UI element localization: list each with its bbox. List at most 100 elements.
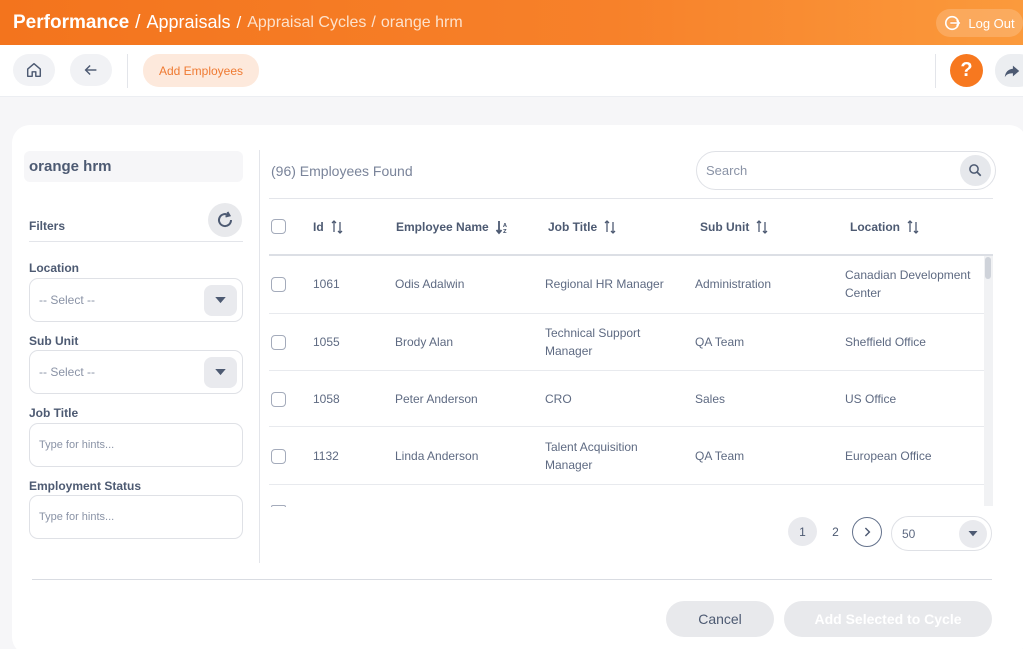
caret-down-icon <box>215 297 226 304</box>
cell-location: European Office <box>845 449 932 463</box>
logout-icon <box>945 15 961 31</box>
breadcrumb-cycle-name: orange hrm <box>380 13 463 31</box>
column-header-employee-name[interactable]: Employee Name A Z <box>396 219 509 235</box>
column-header-location[interactable]: Location <box>850 219 920 235</box>
row-checkbox[interactable] <box>271 449 286 464</box>
home-icon <box>26 62 42 78</box>
breadcrumb-separator: / <box>135 11 141 33</box>
filters-divider <box>29 241 243 242</box>
refresh-icon <box>218 211 233 228</box>
row-checkbox[interactable] <box>271 392 286 407</box>
cell-id: 1061 <box>313 277 340 291</box>
sub-unit-select-value: -- Select -- <box>39 365 96 379</box>
location-select-value: -- Select -- <box>39 293 96 307</box>
search-icon <box>969 164 982 177</box>
breadcrumb-appraisals: Appraisals <box>146 12 231 32</box>
location-select[interactable]: -- Select -- <box>29 278 243 322</box>
cell-location: Canadian Development <box>845 268 971 282</box>
employment-status-input[interactable]: Type for hints... <box>29 495 243 539</box>
search-button[interactable] <box>960 155 991 186</box>
panel-divider <box>259 150 260 563</box>
cell-id: 1132 <box>313 449 339 463</box>
cell-job-title: Manager <box>545 344 593 358</box>
employees-found-count: (96) Employees Found <box>271 163 413 179</box>
column-header-label: Id <box>313 220 324 234</box>
cell-employee-name: Brody Alan <box>395 335 454 349</box>
page-button-1[interactable]: 1 <box>788 517 817 546</box>
location-label: Location <box>29 261 79 275</box>
column-header-label: Sub Unit <box>700 220 750 234</box>
row-checkbox[interactable] <box>271 277 286 292</box>
cycle-name: orange hrm <box>24 151 243 182</box>
table-header-border <box>269 254 993 256</box>
cell-sub-unit: Administration <box>695 277 772 291</box>
add-selected-to-cycle-button[interactable]: Add Selected to Cycle <box>784 601 992 637</box>
filters-label: Filters <box>29 219 66 233</box>
per-page-dropdown-toggle[interactable] <box>959 520 987 548</box>
caret-down-icon <box>215 369 226 376</box>
job-title-input[interactable]: Type for hints... <box>29 423 243 467</box>
cell-location: US Office <box>845 392 897 406</box>
table-top-border <box>269 198 993 199</box>
footer-divider <box>32 579 992 580</box>
search-placeholder: Search <box>706 163 748 178</box>
sub-unit-select[interactable]: -- Select -- <box>29 350 243 394</box>
breadcrumb-performance: Performance <box>13 11 130 33</box>
cancel-button[interactable]: Cancel <box>666 601 774 637</box>
table-scrollbar-thumb[interactable] <box>985 257 991 279</box>
cell-location: Center <box>845 286 882 300</box>
search-input[interactable]: Search <box>696 151 996 190</box>
top-header: Performance / Appraisals / Appraisal Cyc… <box>0 0 1023 45</box>
per-page-value: 50 <box>902 526 916 541</box>
cell-sub-unit: Sales <box>695 392 726 406</box>
breadcrumb-separator: / <box>236 12 242 32</box>
per-page-select[interactable]: 50 <box>891 516 992 551</box>
logout-button[interactable]: Log Out <box>936 9 1023 37</box>
add-employees-button[interactable]: Add Employees <box>143 54 259 87</box>
help-button[interactable]: ? <box>950 54 983 87</box>
cell-location: Sheffield Office <box>845 335 926 349</box>
sort-icon <box>331 220 343 234</box>
toolbar-divider <box>935 54 936 88</box>
arrow-left-icon <box>84 64 97 76</box>
table-scrollbar[interactable] <box>984 256 993 506</box>
column-header-label: Employee Name <box>396 220 489 234</box>
share-icon <box>1004 65 1020 77</box>
sort-icon <box>907 220 919 234</box>
row-checkbox[interactable] <box>271 335 286 350</box>
reset-filters-button[interactable] <box>208 203 242 237</box>
breadcrumb-appraisal-cycles: Appraisal Cycles <box>247 13 367 31</box>
row-checkbox-partial[interactable] <box>271 505 286 507</box>
home-button[interactable] <box>13 54 55 86</box>
column-header-label: Location <box>850 220 900 234</box>
column-header-job-title[interactable]: Job Title <box>548 219 617 235</box>
share-button[interactable] <box>995 54 1023 87</box>
employment-status-label: Employment Status <box>29 479 142 493</box>
breadcrumb-separator: / <box>371 13 376 31</box>
cell-job-title: CRO <box>545 392 572 406</box>
sort-icon <box>604 220 616 234</box>
cell-job-title: Technical Support <box>545 326 641 340</box>
column-header-sub-unit[interactable]: Sub Unit <box>700 219 769 235</box>
row-divider <box>269 313 984 314</box>
back-button[interactable] <box>70 54 112 86</box>
page-button-2[interactable]: 2 <box>821 517 850 546</box>
job-title-label: Job Title <box>29 406 79 420</box>
location-dropdown-toggle[interactable] <box>204 285 237 316</box>
cell-id: 1055 <box>313 335 340 349</box>
row-divider <box>269 484 984 485</box>
cell-employee-name: Odis Adalwin <box>395 277 465 291</box>
sub-unit-label: Sub Unit <box>29 334 79 348</box>
next-page-button[interactable] <box>852 517 882 547</box>
select-all-checkbox[interactable] <box>271 219 286 234</box>
cell-id: 1058 <box>313 392 340 406</box>
cell-job-title: Manager <box>545 458 593 472</box>
cell-job-title: Regional HR Manager <box>545 277 664 291</box>
cell-employee-name: Linda Anderson <box>395 449 479 463</box>
column-header-id[interactable]: Id <box>313 219 344 235</box>
sub-unit-dropdown-toggle[interactable] <box>204 357 237 388</box>
column-header-label: Job Title <box>548 220 598 234</box>
chevron-right-icon <box>864 527 871 537</box>
toolbar-divider <box>127 54 128 88</box>
sort-icon <box>756 220 768 234</box>
